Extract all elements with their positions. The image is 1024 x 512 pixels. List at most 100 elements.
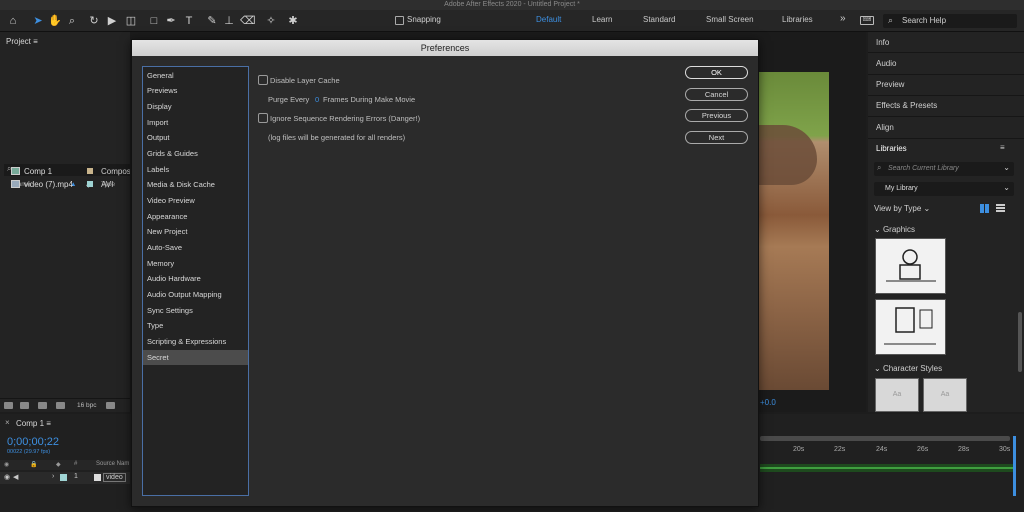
panel-preview[interactable]: Preview [876, 80, 904, 89]
exposure-readout[interactable]: +0.0 [760, 398, 776, 407]
category-memory[interactable]: Memory [143, 256, 248, 271]
category-display[interactable]: Display [143, 99, 248, 114]
workspace-learn[interactable]: Learn [592, 15, 612, 24]
category-audio-output-mapping[interactable]: Audio Output Mapping [143, 287, 248, 302]
grid-view-icon[interactable] [980, 204, 989, 213]
clone-stamp-tool-icon[interactable]: ⊥ [222, 14, 236, 28]
disable-layer-cache-checkbox[interactable] [258, 75, 268, 85]
panel-info[interactable]: Info [876, 38, 889, 47]
purge-frames-value[interactable]: 0 [315, 95, 319, 104]
divider [868, 95, 1024, 96]
graphic-thumbnail[interactable] [875, 238, 946, 294]
library-select[interactable]: My Library ⌄ [874, 182, 1014, 196]
category-secret[interactable]: Secret [143, 350, 248, 365]
pan-behind-tool-icon[interactable]: ◫ [124, 14, 138, 28]
brush-tool-icon[interactable]: ✎ [205, 14, 219, 28]
bpc-toggle[interactable]: 16 bpc [77, 402, 97, 409]
category-general[interactable]: General [143, 68, 248, 83]
label-swatch [87, 168, 93, 174]
project-panel-title[interactable]: Project ≡ [6, 37, 38, 46]
label-icon[interactable]: ◆ [56, 461, 61, 468]
next-button[interactable]: Next [685, 131, 748, 144]
panel-libraries[interactable]: Libraries [876, 144, 907, 153]
lock-icon[interactable]: 🔒 [30, 461, 37, 468]
playhead[interactable] [1013, 436, 1016, 496]
timecode-display[interactable]: 0;00;00;22 [7, 436, 59, 448]
flowchart-icon[interactable] [56, 402, 65, 409]
audio-icon[interactable]: ◀ [13, 473, 18, 481]
category-appearance[interactable]: Appearance [143, 209, 248, 224]
camera-tool-icon[interactable]: ▶ [105, 14, 119, 28]
type-tool-icon[interactable]: T [182, 14, 196, 28]
category-auto-save[interactable]: Auto-Save [143, 240, 248, 255]
panel-align[interactable]: Align [876, 123, 894, 132]
item-name: video (7).mp4 [24, 180, 73, 189]
category-import[interactable]: Import [143, 115, 248, 130]
rectangle-tool-icon[interactable]: □ [147, 14, 161, 28]
new-folder-icon[interactable] [20, 402, 29, 409]
category-grids-guides[interactable]: Grids & Guides [143, 146, 248, 161]
view-by-type-dropdown[interactable]: View by Type ⌄ [874, 204, 930, 213]
project-item-comp[interactable]: Comp 1 Compos [0, 165, 131, 178]
column-source-name[interactable]: Source Nam [96, 461, 129, 467]
more-workspaces-icon[interactable]: » [840, 13, 846, 24]
visibility-icon[interactable]: ◉ [4, 473, 10, 481]
cancel-button[interactable]: Cancel [685, 88, 748, 101]
frames-during-label: Frames During Make Movie [323, 95, 416, 104]
rotate-tool-icon[interactable]: ↻ [87, 14, 101, 28]
home-icon[interactable]: ⌂ [6, 14, 20, 28]
tab-comp-1[interactable]: Comp 1 ≡ [16, 419, 51, 428]
layer-name[interactable]: video [103, 473, 126, 482]
selection-tool-icon[interactable]: ➤ [31, 14, 45, 28]
category-previews[interactable]: Previews [143, 83, 248, 98]
chevron-down-icon[interactable]: ⌄ [1003, 163, 1010, 172]
category-video-preview[interactable]: Video Preview [143, 193, 248, 208]
ignore-sequence-errors-checkbox[interactable] [258, 113, 268, 123]
library-search-input[interactable]: ⌕ Search Current Library ⌄ [874, 162, 1014, 176]
character-styles-section[interactable]: ⌄ Character Styles [874, 364, 942, 373]
trash-icon[interactable] [106, 402, 115, 409]
workspace-standard[interactable]: Standard [643, 15, 675, 24]
layer-row[interactable]: ◉ ◀ › 1 video [0, 472, 130, 484]
project-item-video[interactable]: video (7).mp4 AVI [0, 178, 130, 191]
category-audio-hardware[interactable]: Audio Hardware [143, 271, 248, 286]
workspace-small-screen[interactable]: Small Screen [706, 15, 754, 24]
category-sync-settings[interactable]: Sync Settings [143, 303, 248, 318]
ruler-tick: 28s [958, 446, 970, 453]
layer-label-swatch[interactable] [60, 474, 67, 481]
roto-brush-tool-icon[interactable]: ✧ [264, 14, 278, 28]
panel-effects-presets[interactable]: Effects & Presets [876, 101, 937, 110]
new-composition-icon[interactable] [38, 402, 47, 409]
eye-icon[interactable]: ◉ [4, 461, 9, 468]
list-view-icon[interactable] [996, 204, 1005, 213]
category-output[interactable]: Output [143, 130, 248, 145]
workspace-default[interactable]: Default [536, 15, 561, 24]
snapping-checkbox[interactable] [395, 16, 404, 25]
search-help-field[interactable]: ⌕ Search Help [883, 14, 1017, 28]
previous-button[interactable]: Previous [685, 109, 748, 122]
ok-button[interactable]: OK [685, 66, 748, 79]
right-panel-scrollbar[interactable] [1018, 312, 1022, 372]
pen-tool-icon[interactable]: ✒ [164, 14, 178, 28]
character-style-thumbnail[interactable]: Aa [875, 378, 919, 412]
category-scripting-expressions[interactable]: Scripting & Expressions [143, 334, 248, 349]
expand-arrow-icon[interactable]: › [52, 473, 54, 480]
panel-audio[interactable]: Audio [876, 59, 896, 68]
footage-icon [94, 474, 101, 481]
eraser-tool-icon[interactable]: ⌫ [240, 14, 256, 28]
character-style-thumbnail[interactable]: Aa [923, 378, 967, 412]
category-labels[interactable]: Labels [143, 162, 248, 177]
category-new-project[interactable]: New Project [143, 224, 248, 239]
hand-tool-icon[interactable]: ✋ [48, 14, 62, 28]
workspace-libraries[interactable]: Libraries [782, 15, 813, 24]
interpret-footage-icon[interactable] [4, 402, 13, 409]
close-tab-icon[interactable]: × [5, 418, 10, 427]
zoom-tool-icon[interactable]: ⌕ [65, 14, 79, 28]
graphics-section[interactable]: ⌄ Graphics [874, 225, 915, 234]
category-media-disk-cache[interactable]: Media & Disk Cache [143, 177, 248, 192]
puppet-tool-icon[interactable]: ✱ [286, 14, 300, 28]
keyboard-icon[interactable]: ⌨ [860, 16, 874, 25]
libraries-menu-icon[interactable]: ≡ [1000, 143, 1005, 152]
category-type[interactable]: Type [143, 318, 248, 333]
graphic-thumbnail[interactable] [875, 299, 946, 355]
